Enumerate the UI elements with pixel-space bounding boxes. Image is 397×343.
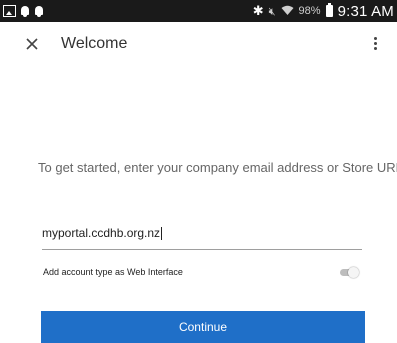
url-input[interactable]: myportal.ccdhb.org.nz — [42, 220, 362, 250]
text-cursor — [161, 227, 163, 241]
app-bar: Welcome — [0, 22, 397, 68]
more-dot — [374, 42, 377, 45]
more-vert-icon[interactable] — [365, 31, 385, 57]
wifi-icon — [281, 5, 294, 18]
battery-percent: 98% — [298, 5, 321, 17]
status-left-icons — [3, 3, 44, 19]
mute-icon: 🔇︎ — [268, 4, 276, 18]
clock: 9:31 AM — [337, 2, 394, 20]
page-title: Welcome — [61, 35, 128, 52]
gallery-icon — [3, 5, 16, 17]
url-input-value[interactable]: myportal.ccdhb.org.nz — [42, 226, 163, 241]
toggle-thumb — [348, 267, 359, 278]
status-right-icons: ✱ 🔇︎ 98% 9:31 AM — [253, 0, 394, 22]
url-text: myportal.ccdhb.org.nz — [42, 226, 161, 240]
more-dot — [374, 37, 377, 40]
more-dot — [374, 47, 377, 50]
notification-icon — [34, 5, 44, 18]
status-bar: ✱ 🔇︎ 98% 9:31 AM — [0, 0, 397, 22]
web-interface-toggle[interactable] — [338, 267, 359, 278]
battery-icon — [325, 3, 333, 17]
bluetooth-icon: ✱ — [252, 3, 264, 19]
continue-button[interactable]: Continue — [41, 311, 365, 343]
notification-icon — [20, 5, 30, 18]
close-icon[interactable] — [20, 32, 44, 56]
web-interface-label: Add account type as Web Interface — [43, 267, 183, 277]
instruction-text: To get started, enter your company email… — [38, 160, 397, 175]
